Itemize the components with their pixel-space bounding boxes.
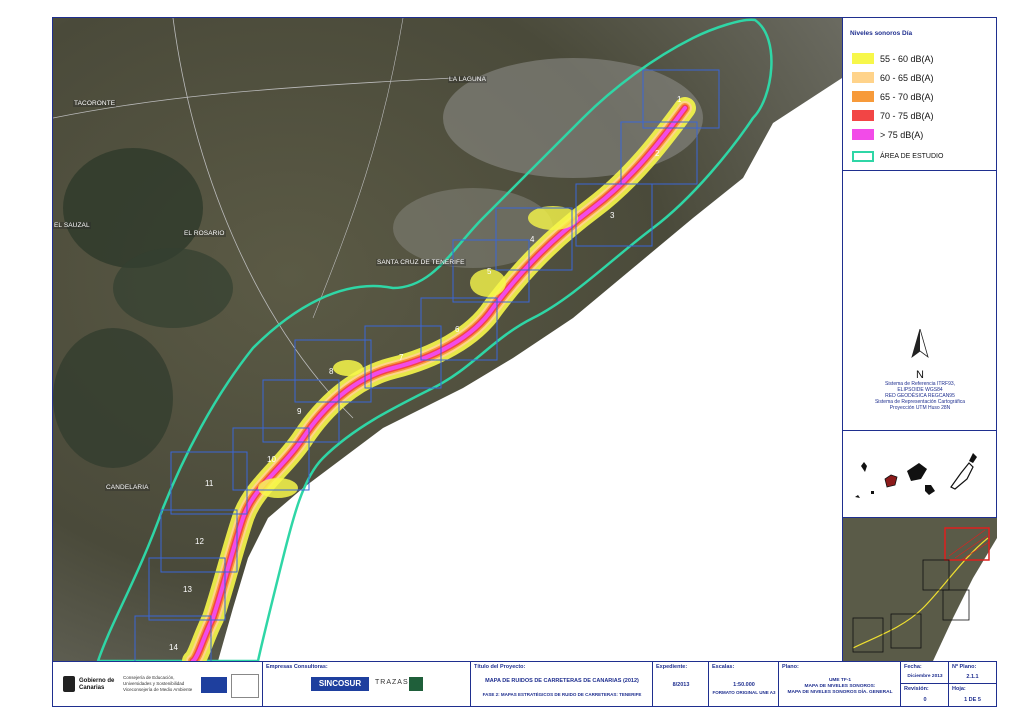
overview-svg	[843, 518, 997, 661]
trazas-logo: TRAZAS	[375, 679, 409, 686]
map-canvas[interactable]: 1 2 3 4 5 6 7 8 9 10 11 12 13 14 LA LAGUNA TACORONTE EL…	[53, 18, 842, 661]
sheet-number: 1	[677, 95, 682, 104]
legend-swatch	[852, 53, 874, 64]
sheet-number: 5	[487, 267, 492, 276]
no-value: 2.1.1	[966, 674, 979, 680]
reference-system: Sistema de Referencia ITRF93, ELIPSOIDE W…	[843, 381, 997, 411]
place-label: EL SAUZAL	[53, 222, 91, 229]
sheet-number: 13	[183, 585, 192, 594]
footer-date: Fecha: Diciembre 2013 Revisión: 0	[901, 662, 949, 707]
sheet-number: 4	[530, 235, 535, 244]
sheet-number: 3	[610, 211, 615, 220]
scale-head: Escalas:	[712, 664, 735, 670]
sheet-head: Hoja:	[952, 686, 966, 692]
sheet-number: 10	[267, 455, 276, 464]
rev-head: Revisión:	[904, 686, 929, 692]
companies-head: Empresas Consultoras:	[266, 664, 328, 670]
legend-swatch	[852, 91, 874, 102]
place-label: CANDELARIA	[105, 484, 150, 491]
legend-swatch	[852, 129, 874, 140]
footer-project: Título del Proyecto: MAPA DE RUIDOS DE C…	[471, 662, 653, 707]
north-arrow-icon	[911, 329, 929, 359]
footer-expediente: Expediente: 8/2013	[653, 662, 709, 707]
legend-title: Niveles sonoros Día	[850, 30, 913, 37]
footer-number: Nº Plano: 2.1.1 Hoja: 1 DE 5	[949, 662, 996, 707]
sheet-number: 11	[205, 479, 214, 488]
forest-patch	[53, 328, 173, 468]
sincosur-logo: SINCOSUR	[311, 677, 369, 691]
legend-study-area: ÁREA DE ESTUDIO	[852, 151, 943, 162]
no-head: Nº Plano:	[952, 664, 977, 670]
legend-swatch	[852, 72, 874, 83]
legend-label: 55 - 60 dB(A)	[880, 53, 934, 64]
north-letter: N	[916, 369, 924, 381]
project-title: MAPA DE RUIDOS DE CARRETERAS DE CANARIAS…	[485, 678, 639, 684]
title-head: Título del Proyecto:	[474, 664, 526, 670]
divider	[949, 683, 996, 684]
gov-dept: Consejería de Educación, Universidades y …	[123, 675, 192, 693]
divider	[901, 683, 949, 684]
noise-blob	[258, 478, 298, 498]
place-label: EL ROSARIO	[183, 230, 226, 237]
exp-value: 8/2013	[672, 682, 690, 688]
plan-line3: MAPA DE NIVELES SONOROS DÍA. GENERAL	[787, 690, 893, 695]
study-area-swatch	[852, 151, 874, 162]
footer-scale: Escalas: 1:50.000 FORMATO ORIGINAL UNE A…	[709, 662, 779, 707]
forest-patch	[113, 248, 233, 328]
noise-blob	[528, 206, 578, 230]
footer-logos: Gobierno de Canarias Consejería de Educa…	[53, 662, 263, 707]
place-label: LA LAGUNA	[448, 76, 488, 83]
legend-label: > 75 dB(A)	[880, 129, 924, 140]
gov-name: Gobierno de Canarias	[79, 678, 115, 691]
sheet-number: 7	[399, 353, 404, 362]
title-block: Gobierno de Canarias Consejería de Educa…	[53, 661, 996, 707]
sheet-number: 8	[329, 367, 334, 376]
sheet-value: 1 DE 5	[964, 697, 981, 703]
islands-box	[843, 431, 997, 518]
scale-value: 1:50.000	[733, 682, 755, 688]
rev-value: 0	[923, 697, 927, 703]
legend-item: > 75 dB(A)	[852, 129, 923, 140]
legend-label: 70 - 75 dB(A)	[880, 110, 934, 121]
sheet-number: 12	[195, 537, 204, 546]
footer-companies: Empresas Consultoras: SINCOSUR TRAZAS	[263, 662, 471, 707]
sheet-number: 9	[297, 407, 302, 416]
place-label: SANTA CRUZ DE TENERIFE	[376, 259, 466, 266]
legend-box: Niveles sonoros Día 55 - 60 dB(A) 60 - 65…	[843, 18, 997, 171]
gov-crest-icon	[63, 676, 75, 692]
map-svg: 1234567891011121314	[53, 18, 842, 661]
legend-item: 65 - 70 dB(A)	[852, 91, 934, 102]
legend-label: 65 - 70 dB(A)	[880, 91, 934, 102]
gov-dept-line: Viceconsejería de Medio Ambiente	[123, 687, 193, 692]
overview-map	[843, 518, 997, 661]
funding-logo	[231, 674, 259, 698]
plan-line2: MAPA DE NIVELES SONOROS:	[804, 684, 876, 689]
sheet-number: 14	[169, 643, 178, 652]
trazas-icon	[409, 677, 423, 691]
legend-item: 55 - 60 dB(A)	[852, 53, 934, 64]
reference-line: Proyección UTM Huso 28N	[889, 405, 951, 411]
legend-label: 60 - 65 dB(A)	[880, 72, 934, 83]
study-area-label: ÁREA DE ESTUDIO	[880, 153, 944, 160]
footer-plan: Plano: UME TF-1 MAPA DE NIVELES SONOROS:…	[779, 662, 901, 707]
sheet-number: 2	[655, 149, 660, 158]
side-panel: Niveles sonoros Día 55 - 60 dB(A) 60 - 65…	[842, 18, 997, 661]
place-label: TACORONTE	[73, 100, 117, 107]
sheet-number: 6	[455, 325, 460, 334]
plan-code: UME TF-1	[828, 678, 852, 683]
date-head: Fecha:	[904, 664, 922, 670]
format-value: FORMATO ORIGINAL UNE A3	[712, 690, 776, 695]
plan-head: Plano:	[782, 664, 799, 670]
project-subtitle: FASE 2: MAPAS ESTRATÉGICOS DE RUIDO DE C…	[482, 692, 642, 697]
noise-blob	[333, 360, 363, 376]
legend-item: 70 - 75 dB(A)	[852, 110, 934, 121]
canary-islands-icon	[855, 453, 977, 498]
legend-item: 60 - 65 dB(A)	[852, 72, 934, 83]
north-box: N Sistema de Referencia ITRF93, ELIPSOIDE…	[843, 171, 997, 431]
exp-head: Expediente:	[656, 664, 688, 670]
eu-flag-icon	[201, 677, 227, 693]
legend-swatch	[852, 110, 874, 121]
date-value: Diciembre 2013	[907, 674, 943, 679]
